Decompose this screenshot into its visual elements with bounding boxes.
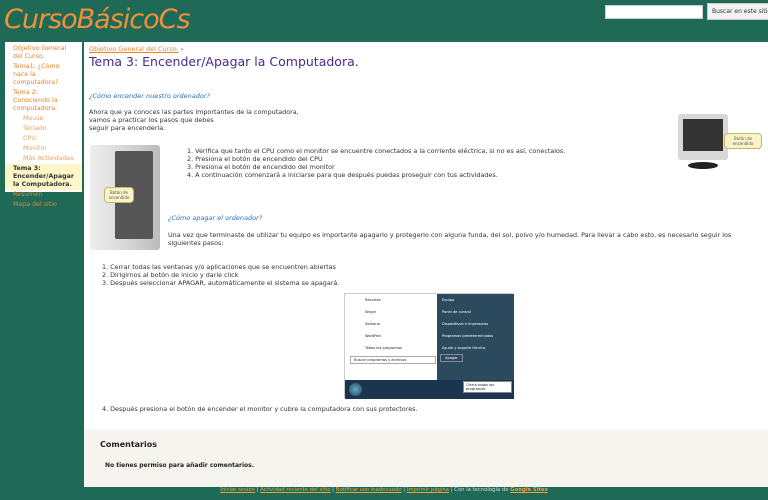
breadcrumb-separator: › — [180, 45, 184, 53]
start-item: Programas predeterminados — [442, 334, 494, 338]
step: 1. Cerrar todas las ventanas y/o aplicac… — [102, 263, 336, 271]
start-item: WordPad — [365, 334, 381, 338]
sidebar-item-monitor[interactable]: Monitor — [5, 144, 82, 154]
monitor-bubble: Botón de encendido — [724, 133, 762, 149]
heading-apagar: ¿Cómo apagar el ordenador? — [168, 214, 263, 222]
heading-encender: ¿Cómo encender nuestro ordenador? — [89, 92, 211, 100]
start-item: Skype — [365, 310, 376, 314]
start-item: Ayuda y soporte técnico — [442, 346, 486, 350]
shutdown-button: Apagar — [440, 354, 463, 362]
start-menu-right: Equipo Panel de control Dispositivos e i… — [437, 294, 514, 380]
start-item: Dispositivos e impresoras — [442, 322, 489, 326]
apagar-intro: Una vez que terminaste de utilizar tu eq… — [168, 231, 732, 247]
sidebar-item-cpu[interactable]: CPU — [5, 134, 82, 144]
search-button[interactable]: Buscar en este sitio — [707, 3, 768, 20]
sidebar-item-tema1[interactable]: Tema1: ¿Cómo nace la computadora? — [5, 62, 82, 88]
sidebar-item-teclado[interactable]: Teclado — [5, 124, 82, 134]
breadcrumb-link[interactable]: Objetivo General del Curso. — [89, 45, 179, 53]
final-step: 4. Después presiona el botón de encender… — [102, 405, 418, 413]
sidebar-item-mas-actividades[interactable]: Más Actividades — [5, 154, 82, 164]
footer-powered: Con la tecnología de — [454, 487, 509, 493]
intro-line: vamos a practicar los pasos que debes — [89, 116, 214, 124]
apagar-steps: 1. Cerrar todas las ventanas y/o aplicac… — [102, 263, 339, 287]
step: 3. Después seleccionar APAGAR, automátic… — [102, 279, 340, 287]
tooltip: Cierra todos los programas — [463, 381, 512, 393]
cpu-bubble: Botón de encendido — [104, 187, 134, 203]
footer-signin[interactable]: Iniciar sesión — [220, 487, 255, 493]
step: 2. Presiona el botón de encendido del CP… — [187, 155, 323, 163]
footer-recent[interactable]: Actividad reciente del sitio — [260, 487, 330, 493]
main-content: Objetivo General del Curso. › Tema 3: En… — [84, 42, 768, 430]
monitor-image — [678, 114, 728, 169]
page-title: Tema 3: Encender/Apagar la Computadora. — [89, 54, 359, 69]
intro-line: Ahora que ya conoces las partes importan… — [89, 108, 299, 116]
footer-report[interactable]: Notificar uso inadecuado — [336, 487, 402, 493]
step: 1. Verifica que tanto el CPU como el mon… — [187, 147, 566, 155]
footer-google-sites[interactable]: Google Sites — [510, 487, 548, 493]
start-item: Todos los programas — [365, 346, 402, 350]
step: 4. A continuación comenzará a iniciarse … — [187, 171, 498, 179]
step: 3. Presiona el botón de encendido del mo… — [187, 163, 335, 171]
windows-orb-icon — [349, 383, 362, 396]
intro-text: Ahora que ya conoces las partes importan… — [89, 108, 299, 132]
footer-print[interactable]: Imprimir página — [407, 487, 449, 493]
step: 2. Dirigirnos al botón de inicio y darle… — [102, 271, 239, 279]
sidebar: Objetivo General del Curso. Tema1: ¿Cómo… — [5, 42, 82, 208]
sidebar-item-tema2[interactable]: Tema 2: Conociendo la computadora. — [5, 88, 82, 114]
start-item: Solitario — [365, 322, 380, 326]
comments-title: Comentarios — [100, 440, 157, 449]
sidebar-item-mapa[interactable]: Mapa del sitio — [5, 200, 82, 210]
sidebar-item-tema3[interactable]: Tema 3: Encender/Apagar la Computadora. — [5, 164, 82, 190]
breadcrumb: Objetivo General del Curso. › — [89, 45, 183, 53]
sidebar-item-resumen[interactable]: Resumen — [5, 190, 82, 200]
sidebar-item-objetivo[interactable]: Objetivo General del Curso. — [5, 44, 82, 62]
sidebar-item-mouse[interactable]: Mouse — [5, 114, 82, 124]
comments-section: Comentarios No tienes permiso para añadi… — [84, 430, 768, 487]
start-menu-left: Recortes Skype Solitario WordPad Todos l… — [347, 294, 439, 380]
site-logo[interactable]: CursoBásicoCs — [4, 4, 191, 35]
encender-steps: 1. Verifica que tanto el CPU como el mon… — [187, 147, 565, 179]
comments-permission: No tienes permiso para añadir comentario… — [105, 462, 255, 469]
cpu-image: Botón de encendido — [90, 145, 160, 250]
search-input[interactable] — [605, 5, 703, 19]
start-item: Equipo — [442, 298, 455, 302]
start-item: Recortes — [365, 298, 381, 302]
start-search: Buscar programas y archivos — [350, 356, 436, 364]
start-item: Panel de control — [442, 310, 471, 314]
footer: Iniciar sesión | Actividad reciente del … — [220, 487, 548, 493]
start-menu-image: Recortes Skype Solitario WordPad Todos l… — [344, 293, 514, 399]
intro-line: seguir para encenderla. — [89, 124, 166, 132]
